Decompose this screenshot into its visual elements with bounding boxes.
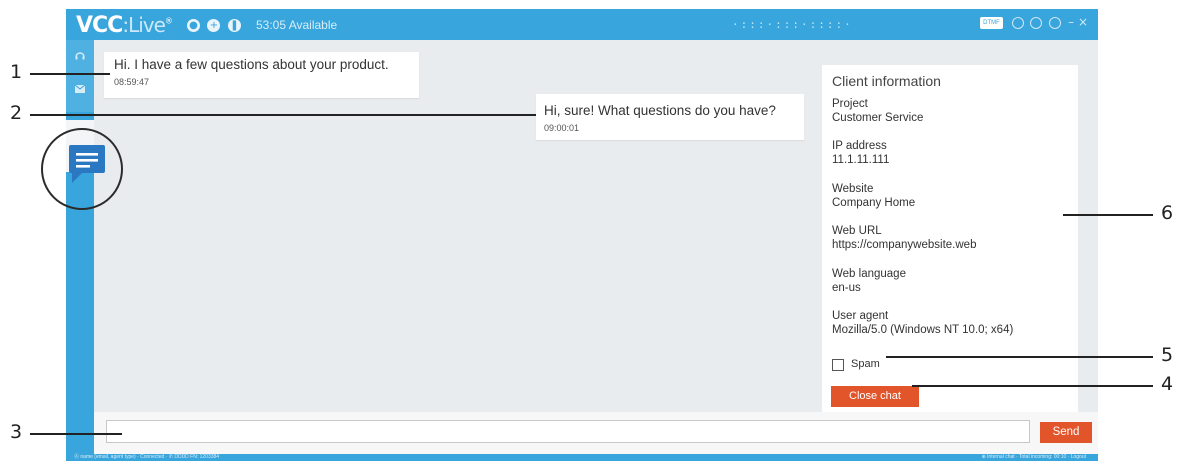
power-icon[interactable] <box>1049 16 1062 29</box>
sidebar <box>66 40 104 461</box>
callout-line <box>30 433 122 435</box>
callout-number: 6 <box>1161 202 1174 224</box>
email-icon[interactable] <box>66 76 94 104</box>
add-icon[interactable]: + <box>207 19 221 33</box>
send-button[interactable]: Send <box>1040 422 1092 443</box>
brand-main: VCC <box>76 13 123 38</box>
brand-logo: VCC:Live® <box>76 13 173 38</box>
message-input[interactable] <box>106 420 1030 443</box>
field-ip-address: IP address 11.1.11.111 <box>832 139 889 167</box>
composer-bar: Send <box>94 412 1098 454</box>
callout-number: 2 <box>10 102 23 124</box>
field-value: https://companywebsite.web <box>832 239 977 251</box>
spam-label: Spam <box>851 358 880 370</box>
field-value: Customer Service <box>832 112 924 124</box>
field-label: IP address <box>832 140 887 152</box>
status-right: ⊕ Internal chat · Total incoming: 00:10 … <box>981 454 1086 460</box>
message-text: Hi, sure! What questions do you have? <box>544 103 776 118</box>
minimize-icon[interactable]: – <box>1068 15 1074 29</box>
field-value: Company Home <box>832 197 916 209</box>
callout-number: 4 <box>1161 373 1174 395</box>
client-info-panel: Client information Project Customer Serv… <box>822 65 1078 415</box>
field-label: User agent <box>832 310 889 322</box>
field-label: Web URL <box>832 225 882 237</box>
headset-icon[interactable] <box>66 44 94 72</box>
window-controls: DTMF – × <box>980 15 1088 29</box>
field-website: Website Company Home <box>832 182 915 210</box>
pause-icon[interactable]: ❚ <box>227 19 241 33</box>
status-left: Ⓐ name (email, agent type) · Connected ·… <box>74 454 220 460</box>
field-value: Mozilla/5.0 (Windows NT 10.0; x64) <box>832 324 1014 336</box>
close-icon[interactable]: × <box>1078 15 1088 29</box>
close-chat-button[interactable]: Close chat <box>831 386 919 407</box>
callout-number: 5 <box>1161 344 1174 366</box>
dot-pattern-logo: ·:::·:::·::::· <box>732 18 853 31</box>
field-label: Web language <box>832 268 906 280</box>
field-value: 11.1.11.111 <box>832 154 890 166</box>
field-user-agent: User agent Mozilla/5.0 (Windows NT 10.0;… <box>832 309 1013 337</box>
message-time: 08:59:47 <box>114 77 150 87</box>
chat-message-customer: Hi. I have a few questions about your pr… <box>104 52 419 98</box>
record-icon[interactable]: ● <box>187 19 200 33</box>
sidebar-top <box>66 40 94 112</box>
brand-sub: Live <box>128 13 166 37</box>
field-web-language: Web language en-us <box>832 267 906 295</box>
callout-number: 3 <box>10 421 23 443</box>
settings-icon[interactable] <box>1030 16 1043 29</box>
field-web-url: Web URL https://companywebsite.web <box>832 224 976 252</box>
callout-line <box>886 356 1153 358</box>
field-label: Website <box>832 183 874 195</box>
field-project: Project Customer Service <box>832 97 923 125</box>
agent-status[interactable]: 53:05 Available <box>256 18 337 32</box>
app-window: VCC:Live® ● + ❚ 53:05 Available ·:::·:::… <box>66 9 1098 461</box>
dtmf-button[interactable]: DTMF <box>980 16 1003 29</box>
callout-line <box>912 385 1153 387</box>
callout-line <box>30 114 536 116</box>
status-bar: Ⓐ name (email, agent type) · Connected ·… <box>66 454 1098 461</box>
field-value: en-us <box>832 282 861 294</box>
chat-icon[interactable] <box>68 143 106 185</box>
message-text: Hi. I have a few questions about your pr… <box>114 57 389 72</box>
field-label: Project <box>832 98 868 110</box>
brand-mark: ® <box>164 16 173 26</box>
message-time: 09:00:01 <box>544 123 580 133</box>
callout-line <box>1063 214 1153 216</box>
chat-message-agent: Hi, sure! What questions do you have? 09… <box>536 94 804 140</box>
callout-line <box>30 73 110 75</box>
client-info-title: Client information <box>832 73 941 89</box>
callout-number: 1 <box>10 61 23 83</box>
spam-checkbox[interactable] <box>832 359 844 371</box>
telephony-controls: ● + ❚ <box>187 17 244 35</box>
title-bar: VCC:Live® ● + ❚ 53:05 Available ·:::·:::… <box>66 9 1098 40</box>
help-icon[interactable] <box>1011 16 1024 29</box>
